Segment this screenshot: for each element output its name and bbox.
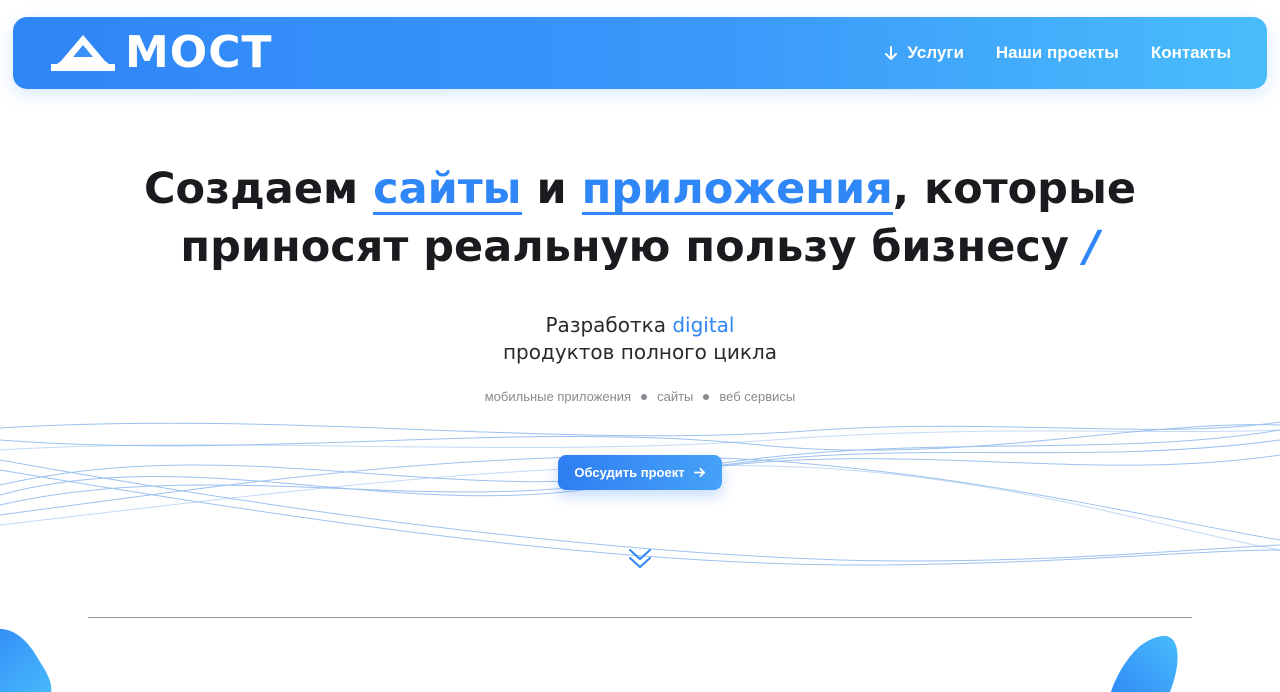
hero-title-slash: /: [1083, 222, 1100, 272]
tag-separator: [703, 393, 710, 400]
logo-text: МОСТ: [125, 27, 273, 78]
subtitle-prefix: Разработка: [545, 313, 673, 337]
logo[interactable]: МОСТ: [49, 31, 273, 75]
hero-title-part1: Создаем: [143, 164, 374, 214]
hero-title-part2: и: [521, 164, 582, 214]
nav-item-label: Услуги: [907, 43, 964, 62]
hero-title-highlight-apps: приложения: [581, 164, 893, 215]
nav-item-services[interactable]: Услуги: [883, 43, 964, 63]
nav-item-contacts[interactable]: Контакты: [1151, 43, 1231, 63]
main-nav: Услуги Наши проекты Контакты: [883, 17, 1231, 89]
tag-web-services: веб сервисы: [719, 389, 796, 404]
subtitle-accent: digital: [672, 313, 735, 337]
hero-subtitle: Разработка digital продуктов полного цик…: [0, 312, 1280, 366]
double-chevron-down-icon[interactable]: [626, 544, 654, 572]
subtitle-line2: продуктов полного цикла: [502, 340, 778, 364]
hero-title: Создаем сайты и приложения, которые прин…: [0, 160, 1280, 276]
hero-title-part3: , которые: [892, 164, 1137, 214]
decorative-blob-right: [1110, 635, 1178, 692]
section-divider: [88, 617, 1192, 618]
arrow-right-icon: [693, 467, 705, 478]
hero-title-line2: приносят реальную пользу бизнесу: [180, 222, 1084, 272]
cta-label: Обсудить проект: [574, 465, 685, 480]
tag-separator: [641, 393, 648, 400]
nav-item-label: Наши проекты: [995, 43, 1119, 62]
tag-mobile-apps: мобильные приложения: [484, 389, 632, 404]
landing-page: МОСТ Услуги Наши проекты Контакты Создае…: [0, 0, 1280, 692]
service-tags: мобильные приложения сайты веб сервисы: [0, 389, 1280, 404]
hero-title-highlight-sites: сайты: [373, 164, 522, 215]
logo-mark-icon: [51, 35, 115, 71]
decorative-blob-left: [0, 629, 52, 692]
nav-item-label: Контакты: [1150, 43, 1231, 62]
discuss-project-button[interactable]: Обсудить проект: [558, 455, 722, 490]
arrow-down-icon: [885, 46, 898, 60]
tag-sites: сайты: [657, 389, 694, 404]
site-header: МОСТ Услуги Наши проекты Контакты: [13, 17, 1267, 89]
nav-item-projects[interactable]: Наши проекты: [996, 43, 1119, 63]
